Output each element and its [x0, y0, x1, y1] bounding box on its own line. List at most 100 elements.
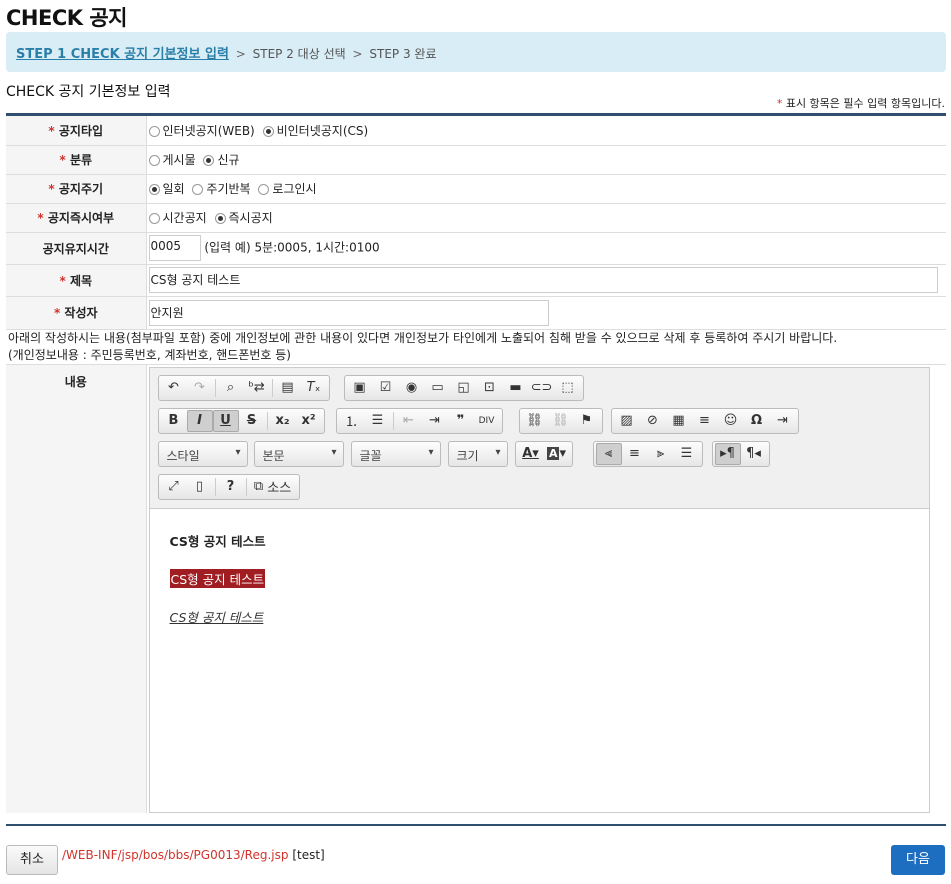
- row-subject: * 제목 CS형 공지 테스트: [6, 264, 946, 297]
- step-separator: >: [235, 47, 246, 61]
- toolbar-insert: ▨ ⊘ ▦ ≡ ☺ Ω ⇥: [610, 407, 799, 434]
- jsp-path-tag: [test]: [292, 848, 325, 862]
- indent-icon[interactable]: ⇥: [422, 410, 448, 432]
- immediate-now-label: 즉시공지: [228, 211, 273, 225]
- toolbar-links: ⛓ ⛓ ⚑: [518, 407, 603, 434]
- toolbar-history: ↶ ↷ ⌕ ᵇ⇄ ▤ Tₓ: [157, 374, 330, 401]
- cycle-repeat-label: 주기반복: [206, 182, 251, 196]
- redo-icon[interactable]: ↷: [187, 377, 213, 399]
- align-right-icon[interactable]: ⫸: [648, 443, 674, 465]
- flash-icon[interactable]: ⊘: [640, 410, 666, 432]
- row-cycle: * 공지주기 일회 주기반복 로그인시: [6, 174, 946, 204]
- step-1[interactable]: STEP 1 CHECK 공지 기본정보 입력: [16, 47, 229, 62]
- remove-format-icon[interactable]: Tₓ: [301, 377, 327, 399]
- outdent-icon[interactable]: ⇤: [396, 410, 422, 432]
- form-icon[interactable]: ▣: [347, 377, 373, 399]
- numbered-list-icon[interactable]: ⒈: [339, 410, 365, 432]
- style-combo[interactable]: 스타일: [157, 440, 248, 467]
- link-icon[interactable]: ⛓: [522, 410, 548, 432]
- align-left-icon[interactable]: ⫷: [595, 442, 622, 465]
- cycle-repeat-radio[interactable]: [192, 184, 204, 195]
- category-post-label: 게시물: [162, 153, 196, 167]
- rtl-icon[interactable]: ¶◂: [741, 443, 767, 465]
- underline-icon[interactable]: U: [212, 409, 239, 432]
- row-duration: 공지유지시간 0005 (입력 예) 5분:0005, 1시간:0100: [6, 232, 946, 265]
- duration-label: 공지유지시간: [6, 232, 147, 265]
- textarea-icon[interactable]: ◱: [451, 377, 477, 399]
- hidden-field-icon[interactable]: ⬚: [555, 377, 581, 399]
- author-input[interactable]: 안지원: [148, 299, 549, 326]
- source-button[interactable]: ⧉ 소스: [249, 476, 297, 498]
- category-new-label: 신규: [217, 153, 240, 167]
- notice-form: * 공지타입 인터넷공지(WEB) 비인터넷공지(CS) * 분류 게시물 신규…: [6, 113, 946, 813]
- radio-icon[interactable]: ◉: [399, 377, 425, 399]
- page-break-icon[interactable]: ⇥: [770, 410, 796, 432]
- maximize-icon[interactable]: ⤢: [161, 476, 187, 498]
- align-justify-icon[interactable]: ☰: [674, 443, 700, 465]
- immediate-now-radio[interactable]: [214, 213, 226, 224]
- size-combo[interactable]: 크기: [447, 440, 508, 467]
- cycle-login-radio[interactable]: [258, 184, 270, 195]
- superscript-icon[interactable]: x²: [296, 410, 322, 432]
- privacy-notice: 아래의 작성하시는 내용(첨부파일 포함) 중에 개인정보에 관한 내용이 있다…: [6, 329, 946, 365]
- text-color-icon[interactable]: A▾: [518, 443, 544, 465]
- editor-content[interactable]: CS형 공지 테스트 CS형 공지 테스트 CS형 공지 테스트: [149, 507, 929, 812]
- undo-icon[interactable]: ↶: [161, 377, 187, 399]
- privacy-notice-line2: (개인정보내용 : 주민등록번호, 계좌번호, 핸드폰번호 등): [8, 347, 291, 362]
- image-icon[interactable]: ▨: [614, 410, 640, 432]
- row-type: * 공지타입 인터넷공지(WEB) 비인터넷공지(CS): [6, 116, 946, 146]
- category-new-radio[interactable]: [203, 155, 215, 166]
- rich-text-editor: ↶ ↷ ⌕ ᵇ⇄ ▤ Tₓ ▣ ☑ ◉ ▭ ◱ ⊡ ▬ ⊂⊃ ⬚ B I U S…: [148, 366, 930, 813]
- smiley-icon[interactable]: ☺: [718, 410, 744, 432]
- strike-icon[interactable]: S: [239, 410, 265, 432]
- next-button[interactable]: 다음: [891, 845, 945, 875]
- cycle-login-label: 로그인시: [272, 182, 317, 196]
- italic-icon[interactable]: I: [186, 409, 213, 432]
- type-web-radio[interactable]: [148, 125, 160, 137]
- unlink-icon[interactable]: ⛓: [548, 410, 574, 432]
- bold-icon[interactable]: B: [161, 410, 187, 432]
- toolbar-basic: B I U S x₂ x²: [157, 407, 325, 434]
- help-icon[interactable]: ?: [218, 476, 244, 498]
- cycle-once-radio[interactable]: [148, 184, 160, 195]
- source-icon: ⧉: [253, 479, 264, 494]
- ltr-icon[interactable]: ▸¶: [714, 442, 741, 465]
- select-all-icon[interactable]: ▤: [275, 377, 301, 399]
- subject-label: * 제목: [6, 264, 147, 297]
- div-icon[interactable]: DIV: [474, 410, 500, 432]
- step-separator: >: [352, 47, 363, 61]
- blockquote-icon[interactable]: ❞: [448, 410, 474, 432]
- row-category: * 분류 게시물 신규: [6, 145, 946, 175]
- background-color-icon[interactable]: A ▾: [544, 443, 570, 465]
- bullet-list-icon[interactable]: ☰: [365, 410, 391, 432]
- font-combo[interactable]: 글꼴: [350, 440, 441, 467]
- cycle-once-label: 일회: [162, 182, 185, 196]
- show-blocks-icon[interactable]: ▯: [187, 476, 213, 498]
- format-combo[interactable]: 본문: [253, 440, 344, 467]
- type-cs-radio[interactable]: [262, 125, 274, 137]
- checkbox-icon[interactable]: ☑: [373, 377, 399, 399]
- author-label: * 작성자: [6, 296, 147, 330]
- select-icon[interactable]: ⊡: [477, 377, 503, 399]
- find-icon[interactable]: ⌕: [218, 377, 244, 399]
- subject-input[interactable]: CS형 공지 테스트: [148, 267, 938, 293]
- type-web-label: 인터넷공지(WEB): [162, 123, 255, 138]
- table-icon[interactable]: ▦: [666, 410, 692, 432]
- cancel-button[interactable]: 취소: [6, 845, 58, 875]
- image-button-icon[interactable]: ⊂⊃: [529, 377, 555, 399]
- subscript-icon[interactable]: x₂: [270, 410, 296, 432]
- align-center-icon[interactable]: ≡: [622, 443, 648, 465]
- content-label: 내용: [6, 364, 147, 813]
- button-icon[interactable]: ▬: [503, 377, 529, 399]
- horizontal-rule-icon[interactable]: ≡: [692, 410, 718, 432]
- immediate-timed-radio[interactable]: [148, 213, 160, 224]
- anchor-icon[interactable]: ⚑: [574, 410, 600, 432]
- toolbar-paragraph: ⒈ ☰ ⇤ ⇥ ❞ DIV: [335, 407, 503, 434]
- category-post-radio[interactable]: [148, 155, 160, 166]
- editor-line-bold: CS형 공지 테스트: [169, 533, 266, 549]
- textfield-icon[interactable]: ▭: [425, 377, 451, 399]
- special-char-icon[interactable]: Ω: [744, 410, 770, 432]
- duration-input[interactable]: 0005: [148, 235, 201, 261]
- replace-icon[interactable]: ᵇ⇄: [244, 377, 270, 399]
- required-note-text: 표시 항목은 필수 입력 항목입니다.: [782, 97, 945, 110]
